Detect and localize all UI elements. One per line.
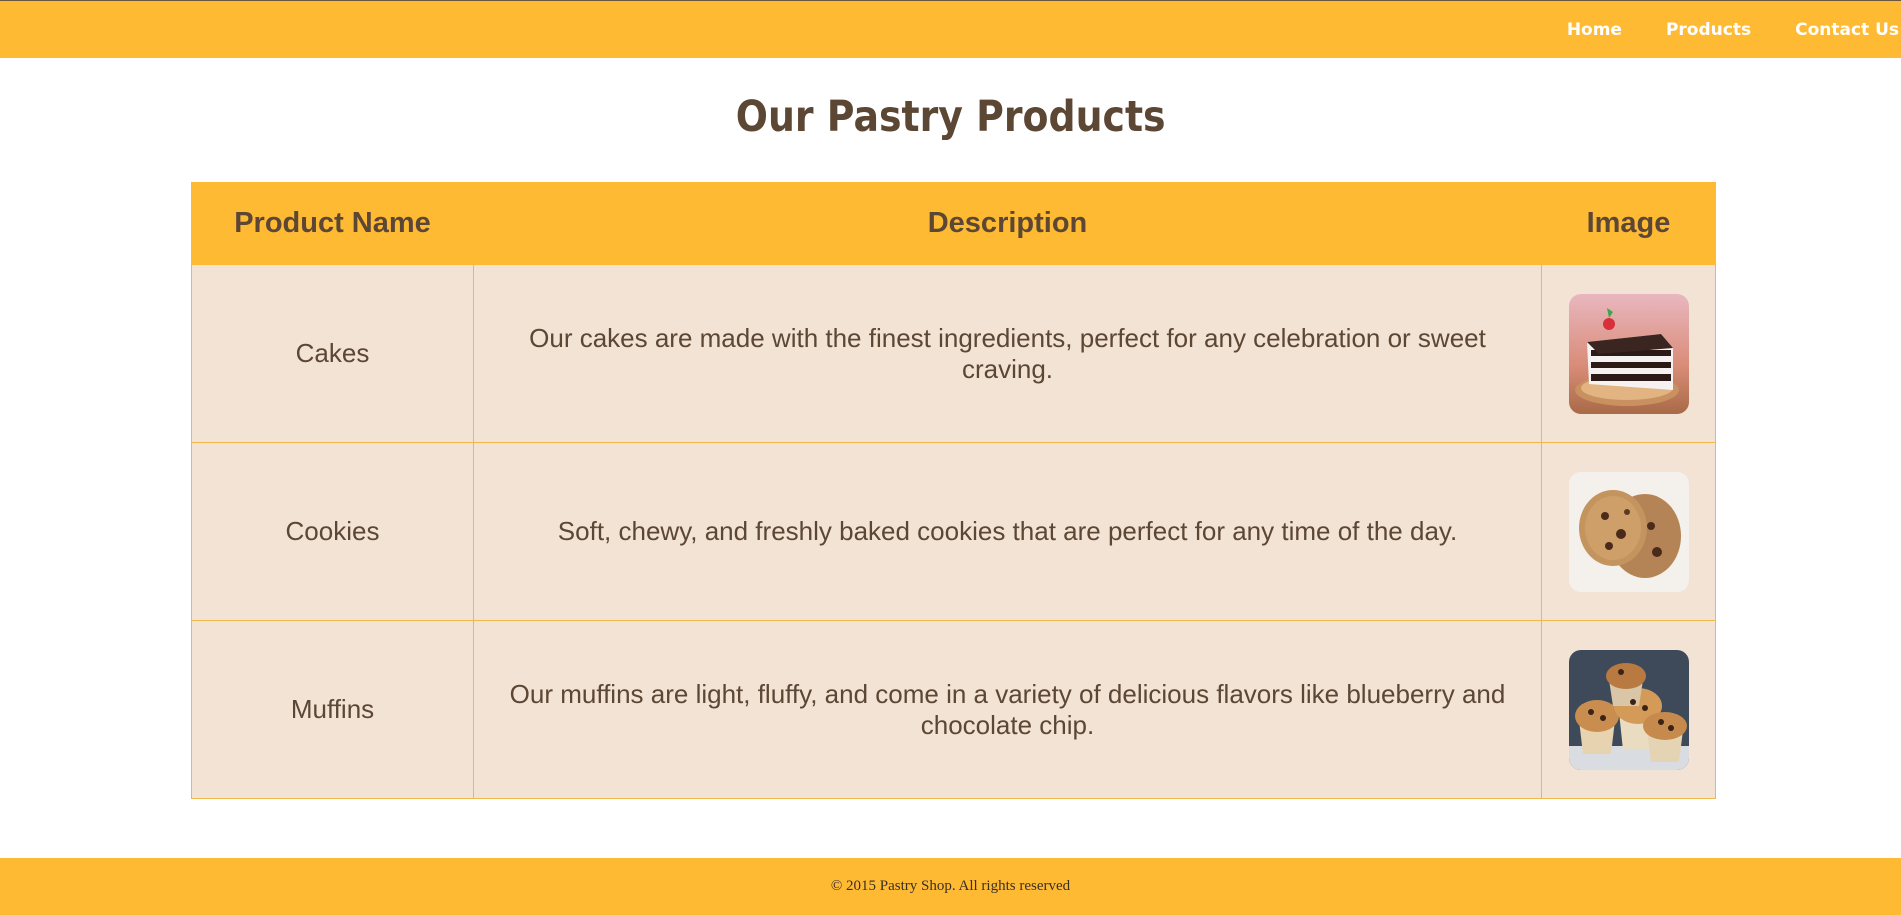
products-table: Product Name Description Image Cakes Our…	[191, 182, 1716, 799]
top-navbar: Home Products Contact Us	[0, 0, 1901, 58]
nav-link-home[interactable]: Home	[1567, 20, 1622, 40]
product-name-cell: Cookies	[191, 442, 474, 621]
product-description-cell: Our cakes are made with the finest ingre…	[473, 264, 1542, 443]
header-description: Description	[473, 182, 1542, 265]
main-nav: Home Products Contact Us	[1545, 1, 1901, 59]
header-image: Image	[1541, 182, 1716, 265]
nav-link-contact-us[interactable]: Contact Us	[1795, 20, 1899, 40]
cookies-image	[1568, 471, 1689, 592]
muffins-image	[1568, 649, 1689, 770]
table-row: Cakes Our cakes are made with the finest…	[191, 264, 1716, 443]
product-image-cell	[1541, 264, 1716, 443]
nav-link-products[interactable]: Products	[1666, 20, 1751, 40]
page-title: Our Pastry Products	[735, 92, 1166, 142]
product-description-cell: Our muffins are light, fluffy, and come …	[473, 620, 1542, 799]
product-name-cell: Muffins	[191, 620, 474, 799]
product-image-cell	[1541, 620, 1716, 799]
products-table-container: Product Name Description Image Cakes Our…	[191, 182, 1716, 799]
page-footer: © 2015 Pastry Shop. All rights reserved	[0, 858, 1901, 915]
product-description-cell: Soft, chewy, and freshly baked cookies t…	[473, 442, 1542, 621]
table-row: Muffins Our muffins are light, fluffy, a…	[191, 620, 1716, 799]
cake-slice-image	[1568, 293, 1689, 414]
header-product-name: Product Name	[191, 182, 474, 265]
copyright-text: © 2015 Pastry Shop. All rights reserved	[830, 878, 1071, 894]
product-image-cell	[1541, 442, 1716, 621]
table-row: Cookies Soft, chewy, and freshly baked c…	[191, 442, 1716, 621]
table-header-row: Product Name Description Image	[191, 182, 1716, 265]
product-name-cell: Cakes	[191, 264, 474, 443]
